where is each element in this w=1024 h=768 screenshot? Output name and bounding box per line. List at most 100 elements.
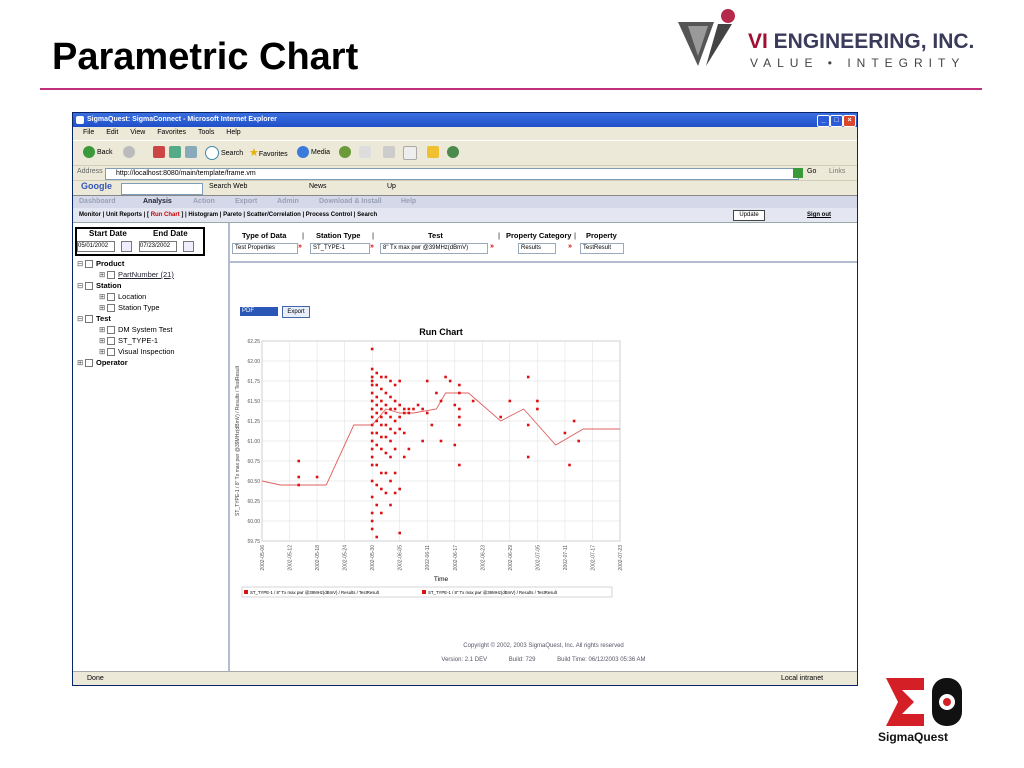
tree-item[interactable]: ⊟ Product bbox=[77, 259, 124, 269]
back-button[interactable]: Back bbox=[83, 146, 113, 160]
end-date-input[interactable]: 07/23/2002 bbox=[139, 241, 177, 252]
tree-item[interactable]: ⊞ PartNumber (21) bbox=[99, 270, 174, 280]
y-tick-label: 61.50 bbox=[247, 399, 260, 405]
data-point bbox=[370, 519, 374, 523]
search-button[interactable]: Search bbox=[205, 146, 243, 160]
minimize-button[interactable]: _ bbox=[817, 115, 830, 127]
data-point bbox=[439, 439, 443, 443]
edit-button[interactable] bbox=[403, 146, 419, 160]
y-tick-label: 61.00 bbox=[247, 439, 260, 445]
subnav-run-chart[interactable]: Run Chart bbox=[149, 212, 181, 218]
tab-download-install[interactable]: Download & Install bbox=[319, 196, 382, 208]
stop-button[interactable] bbox=[153, 146, 167, 160]
expand-icon[interactable]: ⊟ bbox=[77, 281, 85, 291]
tree-item[interactable]: ⊞ Operator bbox=[77, 358, 128, 368]
maximize-button[interactable]: □ bbox=[830, 115, 843, 127]
tree-checkbox[interactable] bbox=[85, 359, 93, 368]
data-point bbox=[435, 391, 438, 395]
export-format-select[interactable]: PDF bbox=[240, 307, 278, 316]
go-button[interactable]: Go bbox=[807, 168, 816, 175]
station-type-select[interactable]: ST_TYPE-1 bbox=[310, 243, 370, 254]
google-search-web-button[interactable]: Search Web bbox=[209, 183, 247, 190]
favorites-label: Favorites bbox=[258, 151, 288, 158]
tab-dashboard[interactable]: Dashboard bbox=[79, 196, 116, 208]
data-point bbox=[380, 471, 383, 475]
folder-button[interactable] bbox=[427, 146, 441, 160]
menu-favorites[interactable]: Favorites bbox=[157, 129, 186, 136]
tab-analysis[interactable]: Analysis bbox=[143, 196, 172, 208]
data-point bbox=[393, 407, 397, 411]
menu-help[interactable]: Help bbox=[226, 129, 240, 136]
expand-icon[interactable]: ⊞ bbox=[77, 358, 85, 368]
tab-admin[interactable]: Admin bbox=[277, 196, 299, 208]
tree-item[interactable]: ⊞ Station Type bbox=[99, 303, 160, 313]
tree-checkbox[interactable] bbox=[85, 315, 93, 324]
menu-tools[interactable]: Tools bbox=[198, 129, 214, 136]
data-point bbox=[444, 375, 447, 379]
tree-checkbox[interactable] bbox=[107, 337, 115, 346]
menu-file[interactable]: File bbox=[83, 129, 94, 136]
messenger-button[interactable] bbox=[447, 146, 461, 160]
tree-checkbox[interactable] bbox=[107, 348, 115, 357]
export-button[interactable]: Export bbox=[282, 306, 310, 318]
menu-view[interactable]: View bbox=[130, 129, 145, 136]
tree-item[interactable]: ⊞ DM System Test bbox=[99, 325, 172, 335]
history-button[interactable] bbox=[339, 146, 353, 160]
google-search-input[interactable] bbox=[121, 183, 203, 195]
tree-item[interactable]: ⊞ Visual Inspection bbox=[99, 347, 175, 357]
tree-item-label: ST_TYPE-1 bbox=[118, 336, 159, 345]
tree-checkbox[interactable] bbox=[107, 293, 115, 302]
tree-checkbox[interactable] bbox=[85, 260, 93, 269]
expand-icon[interactable]: ⊟ bbox=[77, 314, 85, 324]
tab-help[interactable]: Help bbox=[401, 196, 416, 208]
expand-icon[interactable]: ⊞ bbox=[99, 270, 107, 280]
update-button[interactable]: Update bbox=[733, 210, 765, 221]
expand-icon[interactable]: ⊞ bbox=[99, 336, 107, 346]
forward-button[interactable] bbox=[123, 146, 137, 160]
expand-icon[interactable]: ⊞ bbox=[99, 347, 107, 357]
print-button[interactable] bbox=[383, 146, 397, 160]
tree-item[interactable]: ⊞ ST_TYPE-1 bbox=[99, 336, 158, 346]
tree-item[interactable]: ⊟ Test bbox=[77, 314, 111, 324]
media-button[interactable]: Media bbox=[297, 146, 330, 160]
google-up-button[interactable]: Up bbox=[387, 183, 396, 190]
sign-out-link[interactable]: Sign out bbox=[807, 208, 831, 222]
tree-item[interactable]: ⊟ Station bbox=[77, 281, 121, 291]
expand-icon[interactable]: ⊞ bbox=[99, 325, 107, 335]
subnav-links[interactable]: Monitor | Unit Reports | [ bbox=[79, 212, 149, 218]
menu-edit[interactable]: Edit bbox=[106, 129, 118, 136]
tree-checkbox[interactable] bbox=[107, 326, 115, 335]
home-button[interactable] bbox=[185, 146, 199, 160]
links-button[interactable]: Links bbox=[829, 168, 845, 175]
mail-button[interactable] bbox=[359, 146, 373, 160]
end-calendar-icon[interactable] bbox=[183, 241, 194, 252]
start-calendar-icon[interactable] bbox=[121, 241, 132, 252]
tree-checkbox[interactable] bbox=[107, 271, 115, 280]
expand-icon[interactable]: ⊞ bbox=[99, 303, 107, 313]
address-input[interactable]: http://localhost:8080/main/template/fram… bbox=[105, 168, 799, 180]
test-select[interactable]: 8" Tx max pwr @39MHz(dBmV) bbox=[380, 243, 488, 254]
tab-export[interactable]: Export bbox=[235, 196, 257, 208]
go-arrow-icon[interactable] bbox=[793, 168, 803, 178]
data-point bbox=[458, 383, 461, 387]
refresh-button[interactable] bbox=[169, 146, 183, 160]
expand-icon[interactable]: ⊞ bbox=[99, 292, 107, 302]
subnav-links-more[interactable]: ] | Histogram | Pareto | Scatter/Correla… bbox=[181, 212, 377, 218]
start-date-input[interactable]: 05/01/2002 bbox=[77, 241, 115, 252]
favorites-button[interactable]: ★Favorites bbox=[249, 146, 288, 160]
tree-checkbox[interactable] bbox=[107, 304, 115, 313]
property-category-select[interactable]: Results bbox=[518, 243, 556, 254]
data-point bbox=[536, 399, 539, 403]
expand-icon[interactable]: ⊟ bbox=[77, 259, 85, 269]
tree-item[interactable]: ⊞ Location bbox=[99, 292, 146, 302]
type-of-data-select[interactable]: Test Properties bbox=[232, 243, 298, 254]
google-news-button[interactable]: News bbox=[309, 183, 327, 190]
sub-navigation: Monitor | Unit Reports | [ Run Chart ] |… bbox=[73, 208, 857, 223]
x-tick-label: 2002-06-17 bbox=[453, 545, 459, 571]
tree-checkbox[interactable] bbox=[85, 282, 93, 291]
property-select[interactable]: TestResult bbox=[580, 243, 624, 254]
tab-action[interactable]: Action bbox=[193, 196, 215, 208]
data-point bbox=[407, 411, 411, 415]
y-axis-label: ST_TYPE-1 / 8" Tx max pwr @39MHz(dBmV) /… bbox=[235, 365, 241, 516]
close-button[interactable]: × bbox=[843, 115, 856, 127]
